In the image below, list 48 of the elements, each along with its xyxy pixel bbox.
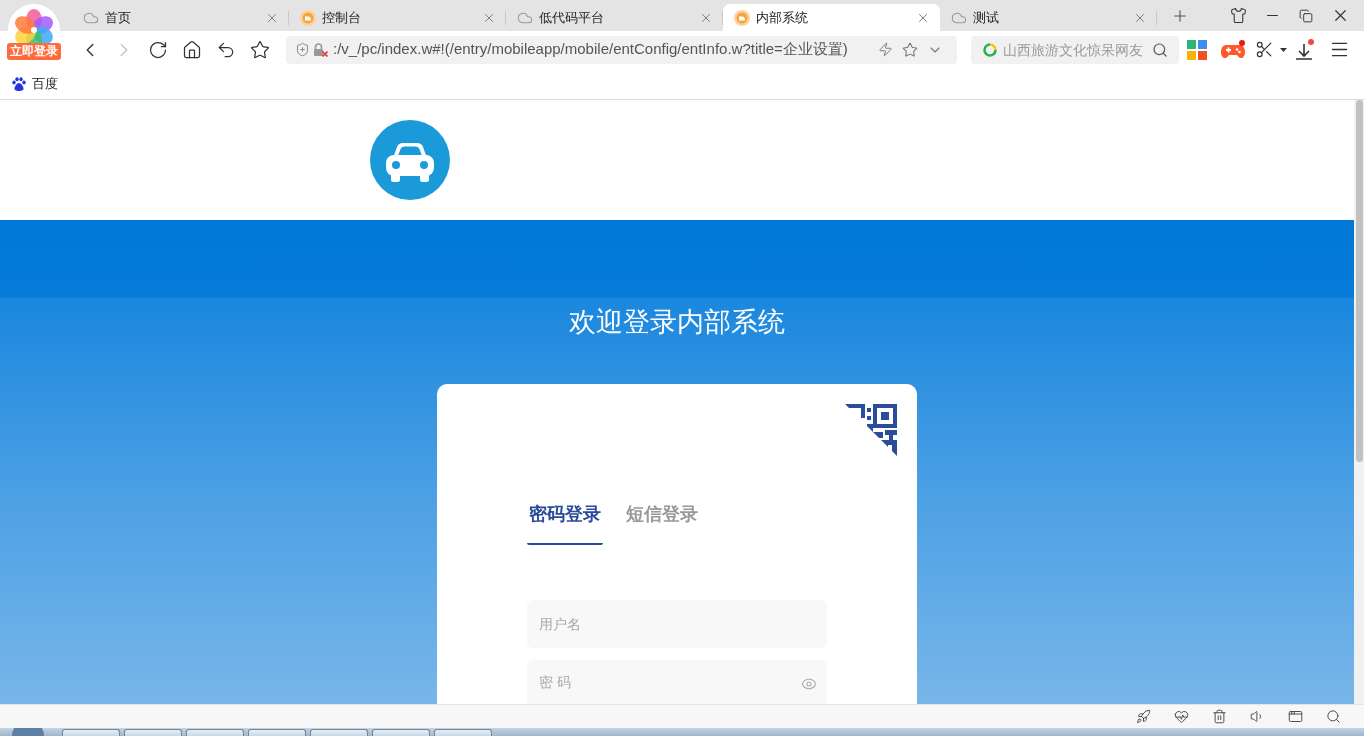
window-icon[interactable] xyxy=(1287,709,1303,724)
browser-tab[interactable]: 控制台 xyxy=(289,4,506,31)
ring-icon xyxy=(983,42,997,57)
lightning-icon[interactable] xyxy=(878,42,893,57)
scrollbar-thumb[interactable] xyxy=(1356,100,1363,462)
browser-tab[interactable]: 内部系统 xyxy=(723,4,940,31)
taskbar-button[interactable] xyxy=(186,729,244,736)
shield-icon[interactable] xyxy=(295,42,310,57)
taskbar-button[interactable] xyxy=(310,729,368,736)
app-icon xyxy=(300,9,316,26)
browser-tab[interactable]: 低代码平台 xyxy=(506,4,723,31)
shirt-icon[interactable] xyxy=(1229,7,1247,24)
bookmark-link[interactable]: 百度 xyxy=(12,74,58,93)
welcome-title: 欢迎登录内部系统 xyxy=(569,305,785,339)
insecure-lock-icon[interactable] xyxy=(313,42,328,57)
qr-code-icon[interactable] xyxy=(845,404,897,456)
search-icon[interactable] xyxy=(1325,709,1341,724)
reload-icon[interactable] xyxy=(148,39,168,60)
browser-tab[interactable]: 首页 xyxy=(72,4,289,31)
car-logo-icon xyxy=(370,120,450,200)
taskbar-button[interactable] xyxy=(124,729,182,736)
taskbar-button[interactable] xyxy=(62,729,120,736)
star-icon[interactable] xyxy=(902,41,918,58)
address-bar[interactable]: :/v_/pc/index.w#!(/entry/mobileapp/mobile/entConfig/entInfo.w?title=企业设置) xyxy=(286,35,957,64)
taskbar-button[interactable] xyxy=(248,729,306,736)
browser-tab[interactable]: 测试 xyxy=(940,4,1157,31)
start-button-icon[interactable] xyxy=(12,728,44,736)
heart-pulse-icon[interactable] xyxy=(1173,709,1189,724)
scissors-icon[interactable] xyxy=(1254,40,1274,59)
star-icon[interactable] xyxy=(250,39,270,60)
login-tab[interactable]: 密码登录 xyxy=(527,503,603,545)
app-icon xyxy=(734,9,750,26)
download-icon[interactable] xyxy=(1295,39,1315,60)
search-icon[interactable] xyxy=(1152,41,1168,58)
eye-icon[interactable] xyxy=(801,676,817,692)
taskbar-button[interactable] xyxy=(434,729,492,736)
taskbar-button[interactable] xyxy=(372,729,430,736)
apps-grid-icon[interactable] xyxy=(1187,39,1207,60)
paw-icon xyxy=(12,76,26,91)
home-icon[interactable] xyxy=(182,39,202,60)
username-field[interactable]: 用户名 xyxy=(527,600,827,648)
caret-icon[interactable] xyxy=(1279,47,1287,52)
password-field[interactable]: 密 码 xyxy=(527,660,827,704)
rocket-icon[interactable] xyxy=(1135,709,1151,724)
restore-icon[interactable] xyxy=(1299,8,1313,23)
gamepad-icon[interactable] xyxy=(1221,39,1245,60)
search-field[interactable]: 山西旅游文化惊呆网友 xyxy=(971,35,1179,64)
trash-icon[interactable] xyxy=(1211,709,1227,724)
